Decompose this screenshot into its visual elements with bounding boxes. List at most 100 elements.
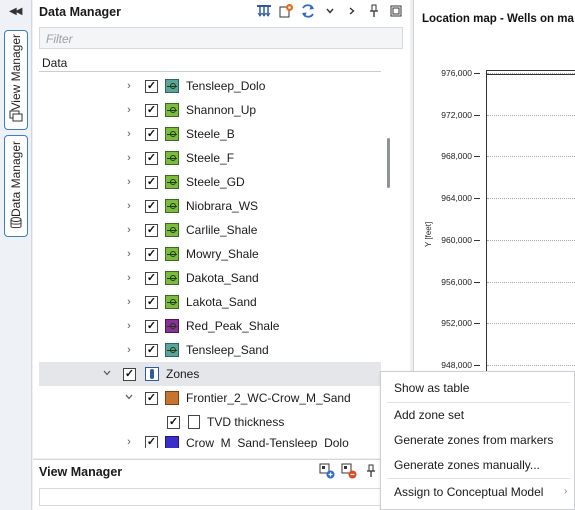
chevron-right-icon[interactable]: ›: [124, 320, 134, 332]
import-settings-icon[interactable]: [278, 3, 294, 19]
view-manager-panel: View Manager: [33, 459, 410, 510]
chevron-right-icon[interactable]: ›: [124, 200, 134, 212]
menu-item-show-as-table[interactable]: Show as table: [394, 381, 469, 395]
chevron-down-icon[interactable]: [124, 392, 134, 405]
chevron-right-icon[interactable]: ›: [124, 176, 134, 188]
tree-row[interactable]: › ✓ Crow_M_Sand-Tensleep_Dolo: [39, 434, 381, 448]
checkbox-checked[interactable]: ✓: [167, 415, 180, 429]
zone-icon: [165, 391, 179, 405]
tab-data-manager[interactable]: Data Manager: [4, 135, 28, 237]
checkbox-checked[interactable]: ✓: [145, 223, 158, 237]
tree-row[interactable]: ✓ Frontier_2_WC-Crow_M_Sand: [39, 386, 381, 410]
chevron-right-icon[interactable]: ›: [124, 436, 134, 448]
chevron-right-icon[interactable]: ›: [124, 104, 134, 116]
y-tick-label: 960,000: [441, 234, 472, 245]
menu-item-add-zone-set[interactable]: Add zone set: [394, 408, 464, 422]
y-tick-mark: [474, 73, 480, 74]
checkbox-checked[interactable]: ✓: [145, 175, 158, 189]
checkbox-checked[interactable]: ✓: [145, 151, 158, 165]
tree-row[interactable]: › ✓ Tensleep_Dolo: [39, 74, 381, 98]
remove-view-icon[interactable]: [341, 463, 357, 479]
tree-row[interactable]: › ✓ Mowry_Shale: [39, 242, 381, 266]
filter-input[interactable]: Filter: [39, 27, 403, 49]
pin-icon[interactable]: [366, 3, 382, 19]
tree-row[interactable]: › ✓ Dakota_Sand: [39, 266, 381, 290]
checkbox-checked[interactable]: ✓: [145, 391, 158, 405]
y-tick-label: 964,000: [441, 193, 472, 204]
y-tick-mark: [474, 114, 480, 116]
marker-icon: [165, 199, 179, 213]
tree-row-label: Shannon_Up: [186, 103, 257, 117]
tree-row[interactable]: ✓ TVD thickness: [39, 410, 381, 434]
menu-item-generate-zones-manually[interactable]: Generate zones manually...: [394, 458, 540, 472]
tree-row[interactable]: › ✓ Red_Peak_Shale: [39, 314, 381, 338]
submenu-arrow-icon: ›: [564, 486, 568, 497]
pin-icon[interactable]: [363, 463, 379, 479]
chevron-right-icon[interactable]: ›: [124, 224, 134, 236]
tree-row[interactable]: › ✓ Steele_B: [39, 122, 381, 146]
checkbox-checked[interactable]: ✓: [145, 79, 158, 93]
chevron-right-icon[interactable]: ›: [124, 152, 134, 164]
chevron-right-icon[interactable]: ›: [124, 296, 134, 308]
zones-icon: [145, 367, 159, 381]
chevron-right-icon[interactable]: ›: [124, 80, 134, 92]
chevron-right-icon[interactable]: ›: [124, 272, 134, 284]
maximize-icon[interactable]: [388, 3, 404, 19]
chevron-down-icon[interactable]: [322, 3, 338, 19]
refresh-icon[interactable]: [300, 3, 316, 19]
tree-row-label: Niobrara_WS: [186, 199, 259, 213]
tree-row-label: Zones: [166, 367, 200, 381]
tab-view-manager[interactable]: View Manager: [4, 30, 28, 130]
add-view-icon[interactable]: [319, 463, 335, 479]
marker-icon: [165, 247, 179, 261]
menu-item-generate-zones-from-markers[interactable]: Generate zones from markers: [394, 433, 553, 447]
marker-icon: [165, 319, 179, 333]
chevron-right-icon[interactable]: ›: [124, 248, 134, 260]
checkbox-checked[interactable]: ✓: [145, 343, 158, 357]
tree-row[interactable]: › ✓ Tensleep_Sand: [39, 338, 381, 362]
tree-row-label: Steele_B: [186, 127, 235, 141]
menu-separator: [387, 478, 570, 479]
tree-row[interactable]: › ✓ Steele_GD: [39, 170, 381, 194]
y-tick-label: 956,000: [441, 276, 472, 287]
property-icon: [188, 415, 200, 429]
checkbox-checked[interactable]: ✓: [145, 103, 158, 117]
tree-row-label: Mowry_Shale: [186, 247, 259, 261]
tree-row[interactable]: › ✓ Shannon_Up: [39, 98, 381, 122]
chevron-right-icon[interactable]: ›: [124, 344, 134, 356]
tree-row-label: Tensleep_Sand: [186, 343, 269, 357]
grid-line: [487, 323, 575, 325]
chevron-right-icon[interactable]: ›: [124, 128, 134, 140]
grid-line: [487, 281, 575, 283]
checkbox-checked[interactable]: ✓: [145, 319, 158, 333]
checkbox-checked[interactable]: ✓: [145, 127, 158, 141]
tree-row-zones[interactable]: ✓ Zones: [39, 362, 381, 386]
tree-row-label: Tensleep_Dolo: [186, 79, 266, 93]
chevron-right-icon[interactable]: [344, 3, 360, 19]
checkbox-checked[interactable]: ✓: [145, 247, 158, 261]
chevron-down-icon[interactable]: [102, 368, 112, 381]
tree-row[interactable]: › ✓ Niobrara_WS: [39, 194, 381, 218]
checkbox-checked[interactable]: ✓: [145, 295, 158, 309]
data-column-header[interactable]: Data: [39, 54, 381, 72]
checkbox-checked[interactable]: ✓: [145, 436, 158, 448]
import-wells-icon[interactable]: [256, 3, 272, 19]
context-menu: Show as table Add zone set Generate zone…: [380, 371, 575, 510]
grid-line: [487, 156, 575, 158]
tree-scrollbar[interactable]: [387, 138, 390, 188]
collapse-panel-icon[interactable]: ◀◀: [9, 6, 22, 17]
view-manager-filter-input[interactable]: [39, 488, 405, 506]
tab-view-manager-label: View Manager: [9, 33, 23, 111]
y-tick-mark: [474, 364, 480, 366]
tree-row[interactable]: › ✓ Carlile_Shale: [39, 218, 381, 242]
tree-row-label: Red_Peak_Shale: [186, 319, 280, 333]
tree-row-label: Steele_GD: [186, 175, 245, 189]
checkbox-checked[interactable]: ✓: [123, 367, 136, 381]
tree-row[interactable]: › ✓ Lakota_Sand: [39, 290, 381, 314]
view-manager-title: View Manager: [39, 465, 123, 479]
tree-row[interactable]: › ✓ Steele_F: [39, 146, 381, 170]
marker-icon: [165, 127, 179, 141]
checkbox-checked[interactable]: ✓: [145, 199, 158, 213]
menu-item-assign-to-conceptual-model[interactable]: Assign to Conceptual Model: [394, 485, 543, 499]
checkbox-checked[interactable]: ✓: [145, 271, 158, 285]
